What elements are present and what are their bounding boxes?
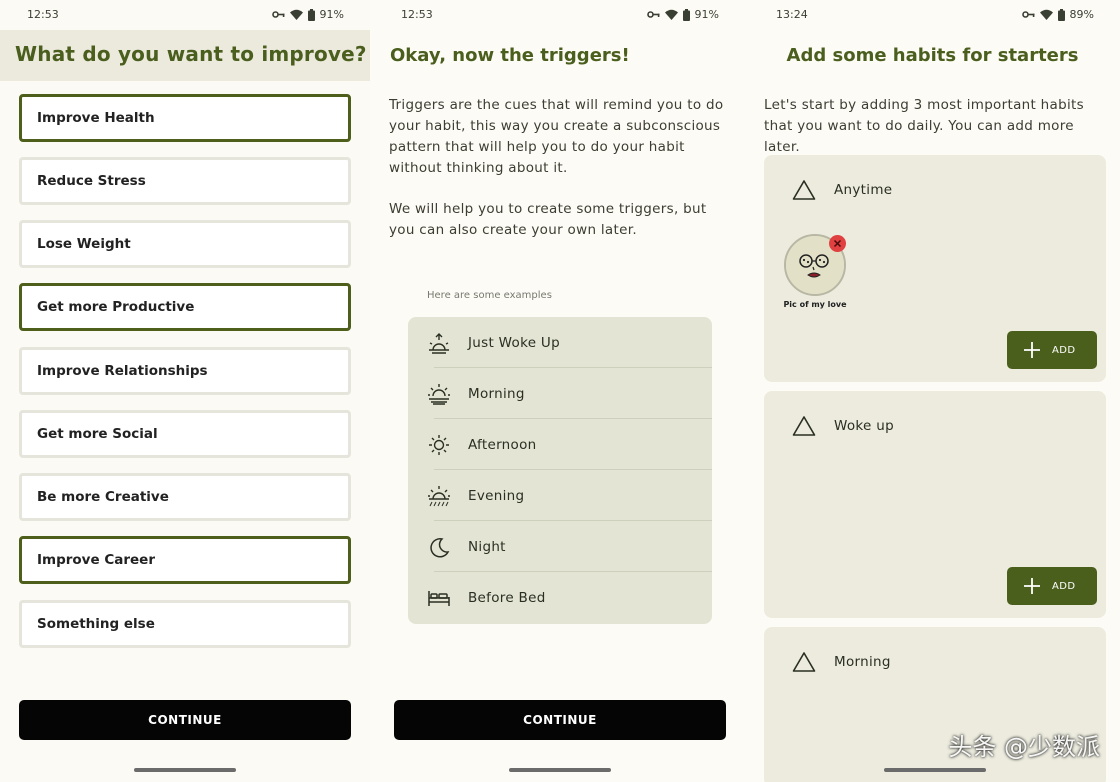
habits-intro: Let's start by adding 3 most important h…: [764, 97, 1084, 155]
page-title: Add some habits for starters: [786, 45, 1079, 66]
plus-icon: [1024, 342, 1040, 358]
add-habit-button[interactable]: ADD: [1007, 331, 1097, 369]
remove-habit-button[interactable]: [829, 235, 846, 252]
add-label: ADD: [1052, 580, 1076, 592]
trigger-before-bed[interactable]: Before Bed: [408, 572, 712, 623]
battery-percent: 91%: [319, 8, 344, 21]
trigger-night[interactable]: Night: [408, 521, 712, 572]
trigger-afternoon[interactable]: Afternoon: [408, 419, 712, 470]
sunrise-icon: [427, 331, 451, 355]
trigger-label: Morning: [468, 385, 525, 402]
gesture-nav-bar[interactable]: [884, 768, 986, 772]
option-something-else[interactable]: Something else: [19, 600, 351, 648]
plus-icon: [1024, 578, 1040, 594]
continue-button[interactable]: CONTINUE: [19, 700, 351, 740]
bed-icon: [427, 586, 451, 610]
triggers-explanation: Triggers are the cues that will remind y…: [389, 97, 724, 176]
option-improve-career[interactable]: Improve Career: [19, 536, 351, 584]
option-be-more-creative[interactable]: Be more Creative: [19, 473, 351, 521]
option-lose-weight[interactable]: Lose Weight: [19, 220, 351, 268]
gesture-nav-bar[interactable]: [509, 768, 611, 772]
vpn-key-icon: [646, 11, 660, 18]
status-time: 12:53: [27, 8, 59, 21]
status-bar: 12:53 91%: [0, 0, 370, 30]
gesture-nav-bar[interactable]: [134, 768, 236, 772]
sunset-icon: [427, 484, 451, 508]
improve-screen: 12:53 91% What do you want to improve? I…: [0, 0, 370, 782]
page-title: What do you want to improve?: [15, 42, 367, 66]
option-improve-health[interactable]: Improve Health: [19, 94, 351, 142]
battery-icon: [307, 8, 315, 21]
habit-card-woke-up: Woke up ADD: [764, 391, 1106, 618]
status-bar: 13:24 89%: [745, 0, 1120, 30]
vpn-key-icon: [1021, 11, 1035, 18]
battery-percent: 91%: [694, 8, 719, 21]
trigger-label: Night: [468, 538, 506, 555]
card-label: Morning: [834, 654, 891, 670]
battery-icon: [1057, 8, 1065, 21]
close-icon: [833, 239, 842, 248]
warning-triangle-icon: [792, 652, 816, 672]
habit-label: Pic of my love: [783, 300, 847, 309]
vpn-key-icon: [271, 11, 285, 18]
status-bar: 12:53 91%: [370, 0, 745, 30]
card-label: Anytime: [834, 182, 893, 198]
habits-screen: 13:24 89% Add some habits for starters L…: [745, 0, 1120, 782]
add-habit-button[interactable]: ADD: [1007, 567, 1097, 605]
continue-button[interactable]: CONTINUE: [394, 700, 726, 740]
card-label: Woke up: [834, 418, 894, 434]
status-time: 13:24: [776, 8, 808, 21]
trigger-label: Before Bed: [468, 589, 546, 606]
wifi-icon: [664, 9, 678, 20]
wifi-icon: [289, 9, 303, 20]
option-get-more-social[interactable]: Get more Social: [19, 410, 351, 458]
examples-label: Here are some examples: [427, 290, 552, 301]
moon-icon: [427, 535, 451, 559]
trigger-label: Just Woke Up: [468, 334, 560, 351]
warning-triangle-icon: [792, 416, 816, 436]
triggers-screen: 12:53 91% Okay, now the triggers! Trigge…: [370, 0, 745, 782]
habit-card-anytime: Anytime Pic of my love ADD: [764, 155, 1106, 382]
trigger-label: Afternoon: [468, 436, 537, 453]
trigger-examples-list: Just Woke Up Morning Afternoon Evening N…: [408, 317, 712, 624]
morning-sun-icon: [427, 382, 451, 406]
battery-icon: [682, 8, 690, 21]
triggers-help-text: We will help you to create some triggers…: [389, 201, 707, 238]
add-label: ADD: [1052, 344, 1076, 356]
option-get-more-productive[interactable]: Get more Productive: [19, 283, 351, 331]
option-reduce-stress[interactable]: Reduce Stress: [19, 157, 351, 205]
trigger-label: Evening: [468, 487, 525, 504]
warning-triangle-icon: [792, 180, 816, 200]
option-improve-relationships[interactable]: Improve Relationships: [19, 347, 351, 395]
watermark: 头条 @少数派: [948, 733, 1100, 761]
trigger-just-woke-up[interactable]: Just Woke Up: [408, 317, 712, 368]
status-time: 12:53: [401, 8, 433, 21]
battery-percent: 89%: [1069, 8, 1094, 21]
page-title: Okay, now the triggers!: [390, 45, 630, 66]
sun-icon: [427, 433, 451, 457]
wifi-icon: [1039, 9, 1053, 20]
trigger-morning[interactable]: Morning: [408, 368, 712, 419]
trigger-evening[interactable]: Evening: [408, 470, 712, 521]
